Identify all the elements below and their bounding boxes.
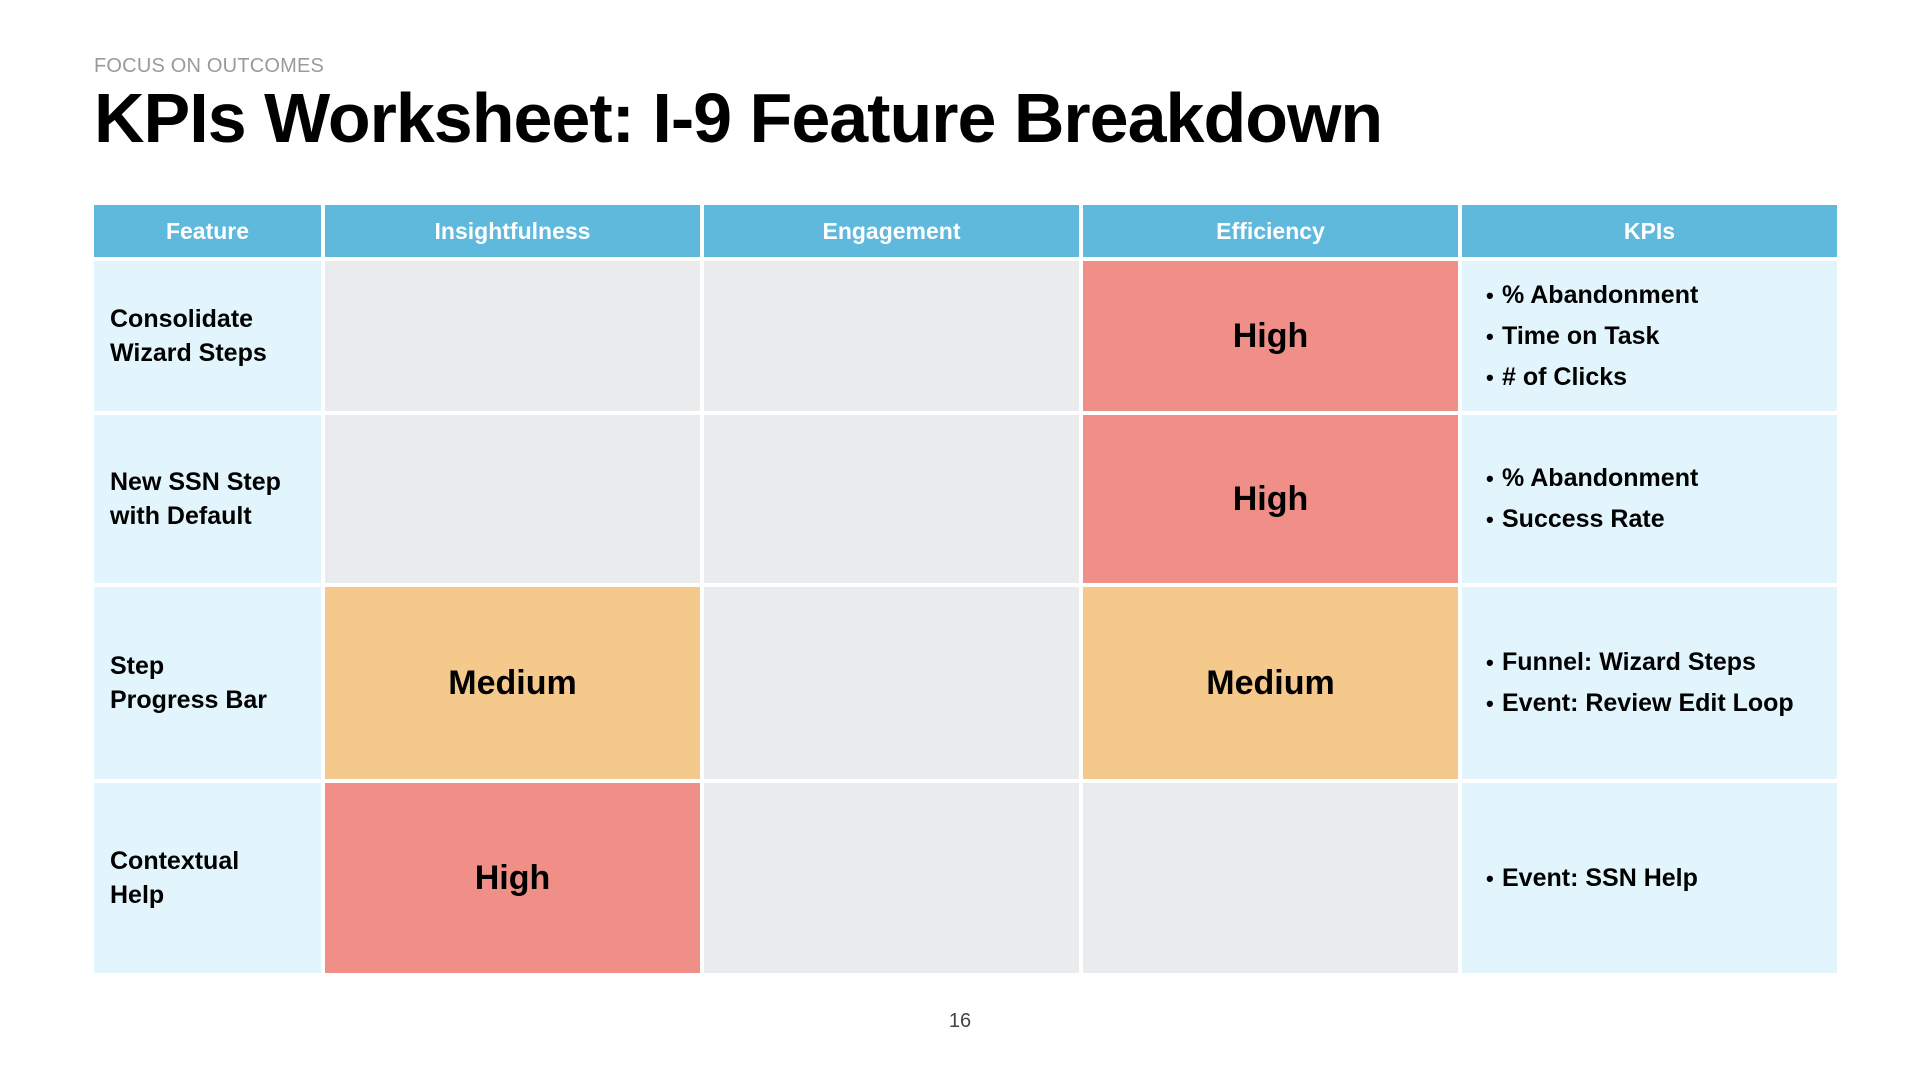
- slide: FOCUS ON OUTCOMES KPIs Worksheet: I-9 Fe…: [0, 0, 1920, 1080]
- feature-cell: Consolidate Wizard Steps: [94, 261, 321, 411]
- engagement-cell: [704, 587, 1079, 779]
- page-number: 16: [948, 1010, 972, 1032]
- insightfulness-cell: High: [325, 783, 700, 973]
- kpi-table: Feature Insightfulness Engagement Effici…: [94, 205, 1837, 973]
- efficiency-cell: High: [1083, 261, 1458, 411]
- feature-cell: New SSN Step with Default: [94, 415, 321, 583]
- feature-label: New SSN Step with Default: [110, 468, 281, 530]
- kpi-text: Time on Task: [1502, 321, 1660, 350]
- engagement-cell: [704, 415, 1079, 583]
- insightfulness-cell: [325, 261, 700, 411]
- efficiency-cell: Medium: [1083, 587, 1458, 779]
- kpi-item: • Event: Review Edit Loop: [1486, 683, 1837, 724]
- feature-cell: Step Progress Bar: [94, 587, 321, 779]
- bullet: •: [1486, 691, 1494, 716]
- kpi-item: • Success Rate: [1486, 499, 1837, 540]
- feature-cell: Contextual Help: [94, 783, 321, 973]
- kpi-list: • Event: SSN Help: [1462, 783, 1837, 973]
- engagement-cell: [704, 783, 1079, 973]
- kpi-text: % Abandonment: [1502, 280, 1699, 309]
- bullet: •: [1486, 865, 1494, 891]
- header-efficiency: Efficiency: [1083, 205, 1458, 257]
- bullet: •: [1486, 650, 1494, 675]
- kpi-text: Funnel: Wizard Steps: [1502, 648, 1756, 676]
- kpi-text: Success Rate: [1502, 505, 1665, 533]
- header-feature: Feature: [94, 205, 321, 257]
- efficiency-cell: [1083, 783, 1458, 973]
- engagement-cell: [704, 261, 1079, 411]
- kpi-item: • % Abandonment: [1486, 275, 1837, 316]
- kpi-list: • % Abandonment • Time on Task • # of Click…: [1462, 261, 1837, 411]
- feature-label: Contextual Help: [110, 847, 240, 909]
- bullet: •: [1486, 323, 1494, 349]
- bullet: •: [1486, 282, 1494, 308]
- kpi-item: • Event: SSN Help: [1486, 858, 1837, 899]
- kpi-item: • Time on Task: [1486, 316, 1837, 357]
- header-engagement: Engagement: [704, 205, 1079, 257]
- bullet: •: [1486, 364, 1494, 390]
- feature-label: Consolidate Wizard Steps: [110, 305, 267, 367]
- bullet: •: [1486, 466, 1494, 491]
- insightfulness-cell: [325, 415, 700, 583]
- kpi-list: • Funnel: Wizard Steps • Event: Review Edi…: [1462, 587, 1837, 779]
- bullet: •: [1486, 507, 1494, 532]
- header-kpis: KPIs: [1462, 205, 1837, 257]
- efficiency-cell: High: [1083, 415, 1458, 583]
- kpi-text: # of Clicks: [1502, 362, 1628, 391]
- page-title: KPIs Worksheet: I-9 Feature Breakdown: [94, 79, 1383, 157]
- header-insightfulness: Insightfulness: [325, 205, 700, 257]
- insightfulness-cell: Medium: [325, 587, 700, 779]
- kpi-text: Event: Review Edit Loop: [1502, 689, 1794, 717]
- kpi-item: • # of Clicks: [1486, 357, 1837, 398]
- kpi-text: Event: SSN Help: [1502, 863, 1698, 892]
- feature-label: Step Progress Bar: [110, 652, 268, 714]
- kpi-item: • Funnel: Wizard Steps: [1486, 642, 1837, 683]
- kpi-item: • % Abandonment: [1486, 458, 1837, 499]
- kpi-text: % Abandonment: [1502, 464, 1699, 492]
- eyebrow-label: FOCUS ON OUTCOMES: [94, 55, 325, 77]
- kpi-list: • % Abandonment • Success Rate: [1462, 415, 1837, 583]
